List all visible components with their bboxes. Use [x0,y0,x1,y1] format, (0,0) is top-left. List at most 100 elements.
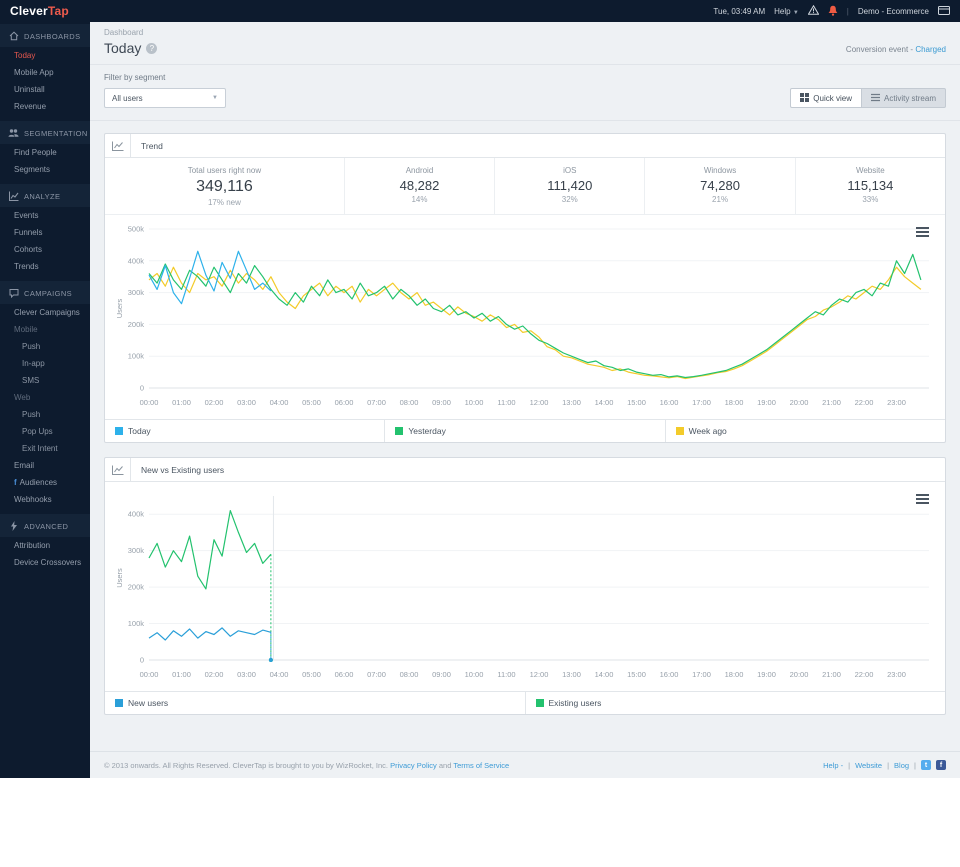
legend-item-existing-users[interactable]: Existing users [524,692,946,714]
svg-text:Users: Users [115,298,124,318]
new-vs-existing-chart-svg: 0 100k 200k 300k 400k 00:00 01:00 02:00 03:00 04:… [115,496,929,679]
svg-text:100k: 100k [128,352,145,361]
sidebar-section-advanced: ADVANCED [0,514,90,537]
legend-swatch [675,427,684,435]
twitter-icon[interactable]: t [921,760,931,770]
new-vs-existing-panel: New vs Existing users 0 100k 200k 300k 400k 0… [104,457,946,715]
chat-icon [8,288,19,298]
legend-item-yesterday[interactable]: Yesterday [384,420,664,442]
sidebar-item-clever-campaigns[interactable]: Clever Campaigns [0,304,90,321]
clevertap-logo[interactable]: CleverTap [0,4,90,18]
svg-text:13:00: 13:00 [562,670,581,679]
svg-text:18:00: 18:00 [725,670,744,679]
sidebar-section-campaigns: CAMPAIGNS [0,281,90,304]
sidebar-item-uninstall[interactable]: Uninstall [0,81,90,98]
bell-icon[interactable] [828,5,838,18]
quick-view-button[interactable]: Quick view [790,88,862,108]
trend-legend: Today Yesterday Week ago [105,419,945,442]
account-menu[interactable]: Demo - Ecommerce [858,7,929,16]
sidebar-section-analyze: ANALYZE [0,184,90,207]
svg-text:06:00: 06:00 [335,670,354,679]
svg-text:17:00: 17:00 [692,398,711,407]
sidebar-section-label: CAMPAIGNS [24,288,73,298]
sidebar-item-web-push[interactable]: Push [0,406,90,423]
sidebar-item-trends[interactable]: Trends [0,258,90,275]
svg-text:Users: Users [115,568,124,588]
facebook-icon[interactable]: f [936,760,946,770]
sidebar-item-revenue[interactable]: Revenue [0,98,90,115]
stat-android: Android 48,282 14% [343,158,494,214]
svg-text:22:00: 22:00 [855,398,874,407]
svg-text:0: 0 [140,656,144,665]
help-icon[interactable]: ? [146,42,158,54]
stat-total-users: Total users right now 349,116 17% new [187,166,262,207]
view-toggle: Quick view Activity stream [790,88,946,108]
account-card-icon[interactable] [938,5,950,17]
sidebar-item-mobile-push[interactable]: Push [0,338,90,355]
sidebar-item-funnels[interactable]: Funnels [0,224,90,241]
conversion-event-link[interactable]: Charged [915,45,946,54]
topbar: CleverTap Tue, 03:49 AM Help ▼ | Demo - … [0,0,960,22]
chart-menu-icon[interactable] [916,225,929,239]
new-vs-existing-title: New vs Existing users [141,464,225,475]
footer-blog-link[interactable]: Blog [894,761,909,770]
svg-text:21:00: 21:00 [822,670,841,679]
sidebar-item-sms[interactable]: SMS [0,372,90,389]
svg-text:20:00: 20:00 [790,670,809,679]
sidebar-item-webhooks[interactable]: Webhooks [0,491,90,508]
svg-text:0: 0 [140,384,144,393]
sidebar-item-attribution[interactable]: Attribution [0,537,90,554]
svg-text:400k: 400k [128,510,145,519]
help-menu[interactable]: Help ▼ [774,7,799,16]
sidebar-item-find-people[interactable]: Find People [0,144,90,161]
legend-swatch [535,699,544,707]
segment-dropdown[interactable]: All users ▼ [104,88,226,108]
trend-panel: Trend Total users right now 349,116 17% … [104,133,946,443]
sidebar-item-events[interactable]: Events [0,207,90,224]
app-shell: CleverTap Tue, 03:49 AM Help ▼ | Demo - … [0,0,960,867]
sidebar-subheader-web: Web [14,393,31,402]
svg-text:01:00: 01:00 [172,670,191,679]
stats-row: Total users right now 349,116 17% new An… [105,158,945,215]
sidebar-item-email[interactable]: Email [0,457,90,474]
facebook-icon: f [14,478,17,487]
svg-text:05:00: 05:00 [302,670,321,679]
sidebar-item-mobile-app[interactable]: Mobile App [0,64,90,81]
svg-text:200k: 200k [128,320,145,329]
terms-of-service-link[interactable]: Terms of Service [453,761,509,770]
svg-text:14:00: 14:00 [595,670,614,679]
sidebar-item-cohorts[interactable]: Cohorts [0,241,90,258]
footer-website-link[interactable]: Website [855,761,882,770]
sidebar-item-segments[interactable]: Segments [0,161,90,178]
new-vs-existing-chart: 0 100k 200k 300k 400k 00:00 01:00 02:00 03:00 04:… [105,482,945,691]
sidebar-item-device-crossovers[interactable]: Device Crossovers [0,554,90,571]
svg-text:11:00: 11:00 [497,670,515,679]
warning-icon[interactable] [807,4,820,17]
legend-item-week-ago[interactable]: Week ago [664,420,945,442]
sidebar-item-today[interactable]: Today [0,47,90,64]
sidebar-item-exit-intent[interactable]: Exit Intent [0,440,90,457]
sidebar-item-pop-ups[interactable]: Pop Ups [0,423,90,440]
sidebar-item-in-app[interactable]: In-app [0,355,90,372]
privacy-policy-link[interactable]: Privacy Policy [390,761,437,770]
legend-item-new-users[interactable]: New users [105,692,525,714]
svg-text:02:00: 02:00 [205,670,224,679]
grid-icon [800,92,810,104]
sidebar-item-audiences[interactable]: f Audiences [0,474,90,491]
legend-item-today[interactable]: Today [105,420,384,442]
svg-text:23:00: 23:00 [887,398,906,407]
sidebar-section-label: DASHBOARDS [24,31,81,41]
home-icon [8,31,19,41]
activity-stream-button[interactable]: Activity stream [861,88,946,108]
svg-text:200k: 200k [128,583,145,592]
svg-text:300k: 300k [128,288,145,297]
legend-swatch [115,699,123,707]
content: Trend Total users right now 349,116 17% … [90,121,960,751]
chart-menu-icon[interactable] [916,492,929,506]
svg-text:15:00: 15:00 [627,670,646,679]
footer-help-link[interactable]: Help - [823,761,843,770]
svg-text:00:00: 00:00 [140,670,159,679]
svg-text:400k: 400k [128,256,145,265]
sidebar: DASHBOARDS Today Mobile App Uninstall Re… [0,22,90,778]
svg-text:18:00: 18:00 [725,398,744,407]
